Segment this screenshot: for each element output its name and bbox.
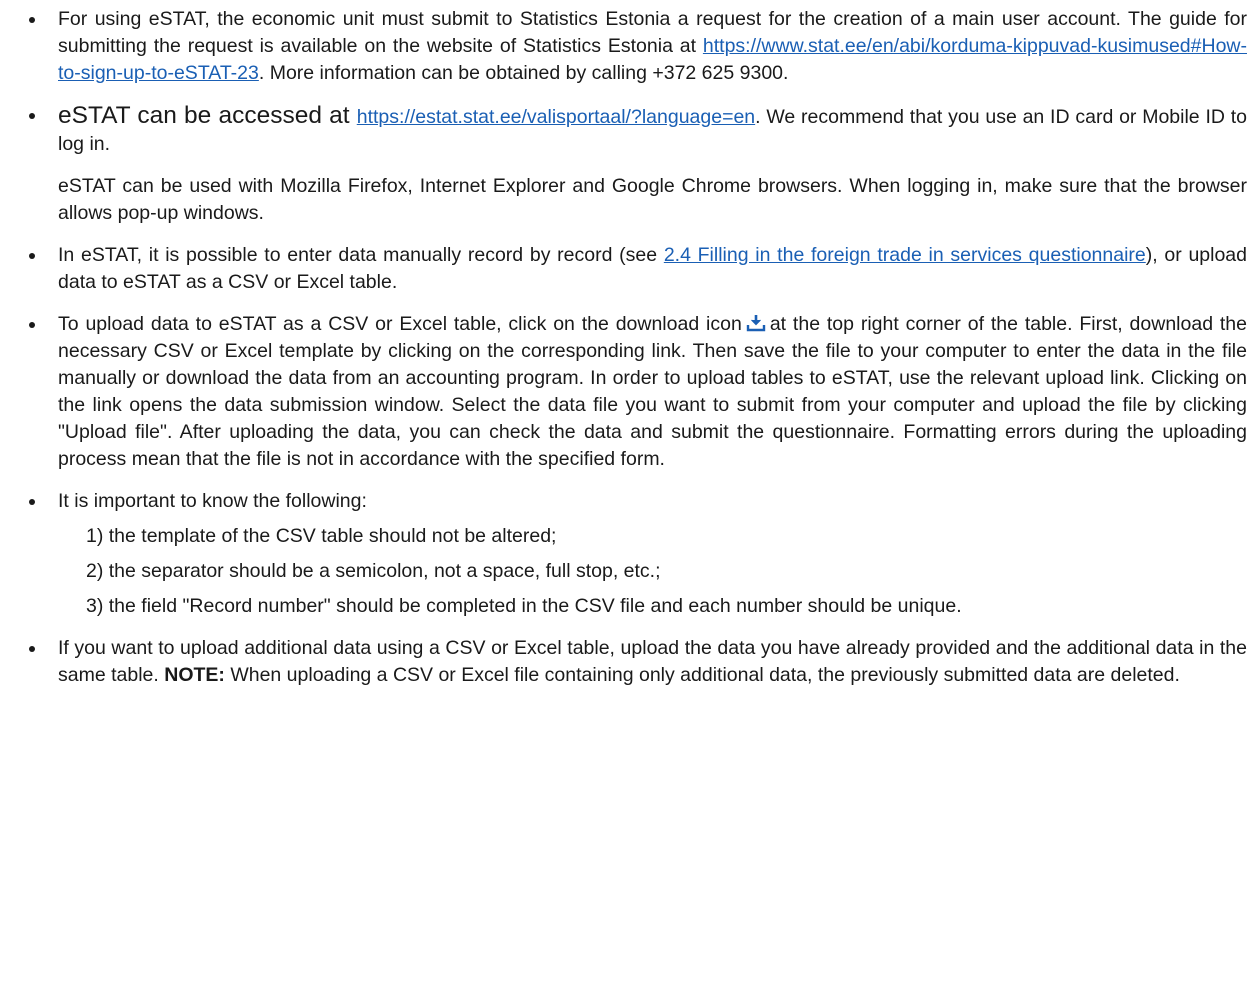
requirements-list: 1) the template of the CSV table should … [58, 523, 1247, 620]
section-2-4-link[interactable]: 2.4 Filling in the foreign trade in serv… [664, 244, 1146, 266]
list-item: In eSTAT, it is possible to enter data m… [29, 242, 1247, 296]
instructions-list: For using eSTAT, the economic unit must … [29, 6, 1247, 704]
paragraph: eSTAT can be used with Mozilla Firefox, … [58, 175, 1247, 224]
paragraph: For using eSTAT, the economic unit must … [58, 6, 1247, 87]
requirement-item: 3) the field "Record number" should be c… [86, 595, 962, 617]
download-icon [746, 315, 766, 332]
estat-portal-link[interactable]: https://estat.stat.ee/valisportaal/?lang… [357, 106, 755, 128]
list-item: To upload data to eSTAT as a CSV or Exce… [29, 311, 1247, 473]
text: . More information can be obtained by ca… [258, 62, 789, 84]
list-item: It is important to know the following: 1… [29, 488, 1247, 620]
requirement-item: 1) the template of the CSV table should … [86, 525, 557, 547]
text: In eSTAT, it is possible to enter data m… [58, 244, 664, 266]
list-item: For using eSTAT, the economic unit must … [29, 6, 1247, 87]
requirement-item: 2) the separator should be a semicolon, … [86, 560, 661, 582]
paragraph: In eSTAT, it is possible to enter data m… [58, 242, 1247, 296]
paragraph: If you want to upload additional data us… [58, 635, 1247, 689]
note-label: NOTE: [164, 664, 225, 686]
text: at the top right corner of the table. Fi… [58, 313, 1247, 470]
document-page: For using eSTAT, the economic unit must … [0, 0, 1250, 991]
paragraph: It is important to know the following: [58, 490, 367, 512]
text: When uploading a CSV or Excel file conta… [224, 664, 1180, 686]
paragraph: To upload data to eSTAT as a CSV or Exce… [58, 311, 1247, 473]
list-item: If you want to upload additional data us… [29, 635, 1247, 689]
text: eSTAT can be accessed at [58, 102, 357, 129]
paragraph: eSTAT can be accessed at https://estat.s… [58, 102, 1247, 158]
list-item: eSTAT can be accessed at https://estat.s… [29, 102, 1247, 227]
text: To upload data to eSTAT as a CSV or Exce… [58, 313, 742, 335]
